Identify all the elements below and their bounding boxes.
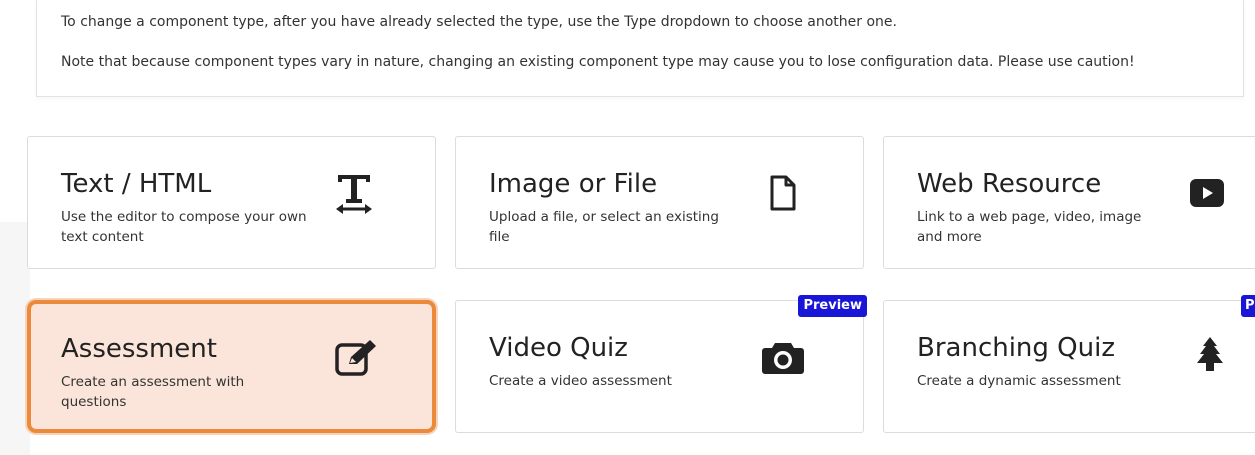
card-title: Assessment: [61, 334, 217, 364]
component-type-text-html[interactable]: Text / HTML Use the editor to compose yo…: [27, 136, 436, 269]
notice-line-2: Note that because component types vary i…: [61, 54, 1135, 70]
component-type-assessment[interactable]: Assessment Create an assessment with que…: [27, 300, 436, 433]
card-description: Upload a file, or select an existing fil…: [489, 209, 719, 245]
component-type-branching-quiz[interactable]: Branching Quiz Create a dynamic assessme…: [883, 295, 1255, 433]
youtube-play-icon: [1190, 179, 1224, 207]
notice-line-1: To change a component type, after you ha…: [61, 14, 897, 30]
text-width-icon: [336, 175, 372, 214]
card-description: Link to a web page, video, image and mor…: [917, 209, 1142, 245]
edit-icon: [335, 340, 376, 376]
card-title: Image or File: [489, 169, 658, 199]
card-description: Create a dynamic assessment: [917, 373, 1121, 389]
page-background-strip: [0, 222, 30, 455]
card-title: Web Resource: [917, 169, 1102, 199]
component-type-image-file[interactable]: Image or File Upload a file, or select a…: [455, 136, 864, 269]
camera-icon: [762, 343, 804, 374]
component-type-video-quiz[interactable]: Video Quiz Create a video assessment Pre…: [455, 295, 867, 433]
tree-icon: [1197, 337, 1223, 371]
card-description: Use the editor to compose your own text …: [61, 209, 307, 245]
component-type-web-resource[interactable]: Web Resource Link to a web page, video, …: [883, 136, 1255, 269]
preview-badge: Preview: [798, 295, 867, 317]
card-description: Create a video assessment: [489, 373, 672, 389]
preview-badge: P: [1241, 295, 1255, 317]
card-title: Branching Quiz: [917, 333, 1115, 363]
card-description: Create an assessment with questions: [61, 374, 245, 410]
type-change-notice: To change a component type, after you ha…: [36, 0, 1244, 97]
card-title: Video Quiz: [489, 333, 628, 363]
card-title: Text / HTML: [61, 169, 212, 199]
file-icon: [770, 175, 796, 211]
